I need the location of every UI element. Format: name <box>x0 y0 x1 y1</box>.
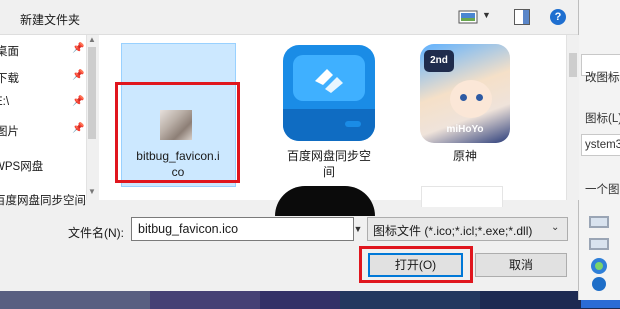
cloud-sync-icon[interactable] <box>283 45 375 141</box>
nav-item-wps-drive[interactable]: WPS网盘 <box>0 158 43 176</box>
chevron-down-icon: ⌄ <box>551 222 560 233</box>
pin-icon: 📌 <box>72 96 85 107</box>
filetype-select[interactable]: 图标文件 (*.ico;*.icl;*.exe;*.dll) ⌄ <box>367 217 568 241</box>
view-options-icon[interactable] <box>458 10 478 24</box>
filename-input[interactable]: bitbug_favicon.ico <box>131 217 354 241</box>
filename-label: 文件名(N): <box>68 226 124 240</box>
filename-value: bitbug_favicon.ico <box>138 222 239 236</box>
pin-icon: 📌 <box>72 70 85 81</box>
scroll-up-icon[interactable]: ▲ <box>88 35 96 44</box>
background-icons <box>589 216 609 291</box>
nav-item-pictures[interactable]: 图片 <box>0 123 19 141</box>
nav-item-drive-e[interactable]: E:\ <box>0 96 9 114</box>
dialog-toolbar: 新建文件夹 ▼ ? <box>0 0 578 35</box>
background-text: 一个图 <box>585 184 620 196</box>
view-dropdown-arrow-icon[interactable]: ▼ <box>482 10 491 20</box>
nav-item-baidu-sync[interactable]: 百度网盘同步空间 <box>0 192 86 210</box>
preview-pane-icon[interactable] <box>514 9 530 25</box>
navigation-pane: 桌面 📌 下载 📌 E:\ 📌 图片 📌 WPS网盘 百度网盘同步空间 ▲ ▼ <box>0 35 99 207</box>
highlight-box <box>359 246 473 283</box>
game-app-icon[interactable]: 2nd miHoYo <box>420 44 510 143</box>
file-name-line: 间 <box>322 165 335 179</box>
background-text: 改图标 <box>585 72 620 84</box>
background-properties-window: 改图标 图标(L): ystem3 一个图 <box>578 0 620 308</box>
game-badge: 2nd <box>424 50 454 72</box>
scroll-down-icon[interactable]: ▼ <box>88 187 96 196</box>
file-list-scrollbar[interactable] <box>566 35 579 200</box>
nav-item-desktop[interactable]: 桌面 <box>0 43 19 61</box>
filetype-value: 图标文件 (*.ico;*.icl;*.exe;*.dll) <box>373 224 533 238</box>
file-name-line: 百度网盘同步空 <box>286 149 371 163</box>
new-folder-button[interactable]: 新建文件夹 <box>20 11 80 28</box>
highlight-box <box>115 82 240 183</box>
help-button[interactable]: ? <box>550 9 566 25</box>
file-item-partial[interactable] <box>275 186 375 216</box>
game-brand: miHoYo <box>446 124 484 135</box>
file-list-scrollbar-thumb[interactable] <box>569 53 577 77</box>
nav-scrollbar-thumb[interactable] <box>88 47 96 139</box>
open-file-dialog: 新建文件夹 ▼ ? 桌面 📌 下载 📌 E:\ 📌 图片 📌 WPS网盘 百度网… <box>0 0 579 291</box>
filename-dropdown-icon[interactable]: ▼ <box>352 217 364 241</box>
pin-icon: 📌 <box>72 43 85 54</box>
background-selection <box>581 300 620 308</box>
file-item-partial[interactable] <box>421 186 503 207</box>
pin-icon: 📌 <box>72 123 85 134</box>
file-name-line: 原神 <box>452 149 477 163</box>
cancel-button[interactable]: 取消 <box>475 253 567 277</box>
nav-item-downloads[interactable]: 下载 <box>0 70 19 88</box>
background-text: ystem3 <box>585 139 620 151</box>
background-text: 图标(L): <box>585 113 620 125</box>
